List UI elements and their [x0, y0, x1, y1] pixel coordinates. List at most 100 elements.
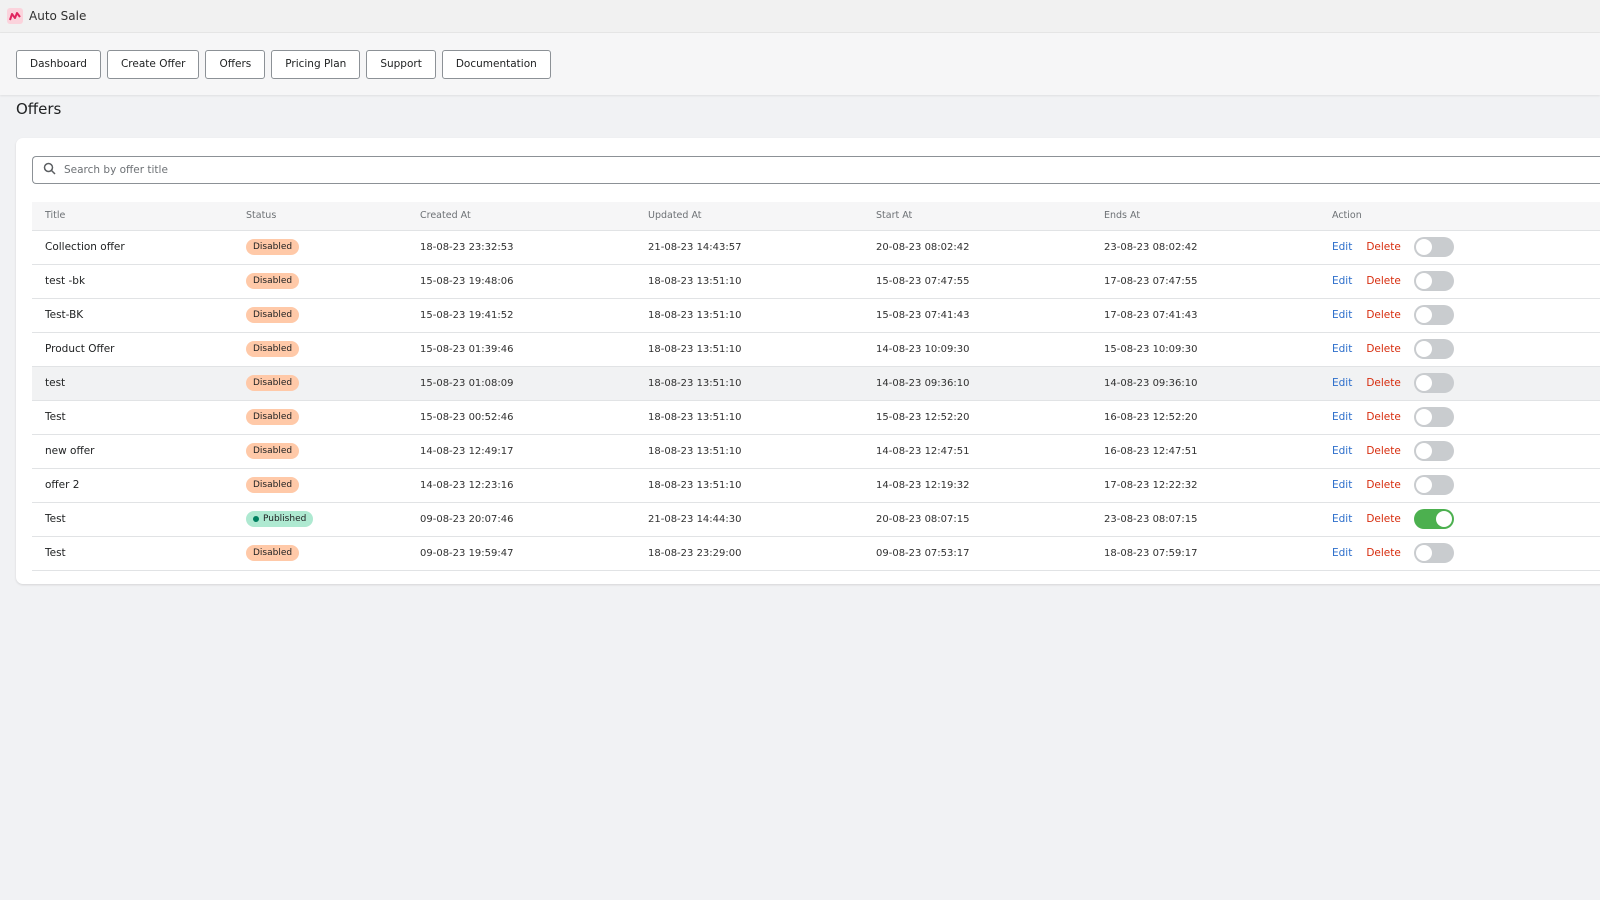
- enable-toggle[interactable]: [1413, 543, 1454, 563]
- action-cell: Edit Delete: [1319, 468, 1600, 503]
- enable-toggle[interactable]: [1413, 475, 1454, 495]
- ends-at: 23-08-23 08:07:15: [1091, 502, 1319, 537]
- search-input[interactable]: [64, 164, 664, 176]
- table-row[interactable]: Test Disabled 15-08-23 00:52:46 18-08-23 13…: [32, 400, 1600, 435]
- edit-link[interactable]: Edit: [1332, 309, 1352, 321]
- table-row[interactable]: Test-BK Disabled 15-08-23 19:41:52 18-08-23…: [32, 298, 1600, 333]
- delete-link[interactable]: Delete: [1366, 445, 1401, 457]
- nav-offers-button[interactable]: Offers: [205, 49, 266, 79]
- toggle-knob: [1435, 511, 1452, 527]
- start-at: 15-08-23 07:47:55: [863, 264, 1091, 299]
- delete-link[interactable]: Delete: [1366, 241, 1401, 253]
- edit-link[interactable]: Edit: [1332, 479, 1352, 491]
- delete-link[interactable]: Delete: [1366, 377, 1401, 389]
- table-row[interactable]: test Disabled 15-08-23 01:08:09 18-08-23 13…: [32, 366, 1600, 401]
- delete-link[interactable]: Delete: [1366, 343, 1401, 355]
- toggle-knob: [1415, 307, 1432, 323]
- action-cell: Edit Delete: [1319, 332, 1600, 367]
- offer-title: test -bk: [32, 264, 233, 299]
- ends-at: 17-08-23 07:47:55: [1091, 264, 1319, 299]
- edit-link[interactable]: Edit: [1332, 547, 1352, 559]
- table-row[interactable]: Collection offer Disabled 18-08-23 23:32:5…: [32, 230, 1600, 265]
- start-at: 14-08-23 12:19:32: [863, 468, 1091, 503]
- delete-link[interactable]: Delete: [1366, 411, 1401, 423]
- delete-link[interactable]: Delete: [1366, 513, 1401, 525]
- actions: Edit Delete: [1332, 305, 1600, 325]
- start-at: 14-08-23 12:47:51: [863, 434, 1091, 469]
- search-field[interactable]: [32, 156, 1600, 184]
- actions: Edit Delete: [1332, 237, 1600, 257]
- table-row[interactable]: offer 2 Disabled 14-08-23 12:23:16 18-08-23…: [32, 468, 1600, 503]
- status-badge: Disabled: [246, 443, 300, 459]
- enable-toggle[interactable]: [1413, 271, 1454, 291]
- nav-pricing-plan-button[interactable]: Pricing Plan: [271, 49, 361, 79]
- enable-toggle[interactable]: [1413, 237, 1454, 257]
- actions: Edit Delete: [1332, 271, 1600, 291]
- status-badge: Disabled: [246, 545, 300, 561]
- offer-title: Test: [32, 536, 233, 571]
- nav-documentation-button[interactable]: Documentation: [441, 49, 551, 79]
- col-status: Status: [233, 202, 407, 231]
- actions: Edit Delete: [1332, 339, 1600, 359]
- nav-support-button[interactable]: Support: [366, 49, 436, 79]
- status-cell: Disabled: [233, 264, 407, 299]
- offer-title: Test: [32, 502, 233, 537]
- status-label: Disabled: [253, 378, 293, 388]
- nav-dashboard-button[interactable]: Dashboard: [16, 49, 101, 79]
- table-row[interactable]: Product Offer Disabled 15-08-23 01:39:46 18…: [32, 332, 1600, 367]
- created-at: 15-08-23 01:39:46: [407, 332, 635, 367]
- status-label: Disabled: [253, 344, 293, 354]
- edit-link[interactable]: Edit: [1332, 275, 1352, 287]
- delete-link[interactable]: Delete: [1366, 479, 1401, 491]
- status-label: Disabled: [253, 412, 293, 422]
- enable-toggle[interactable]: [1413, 373, 1454, 393]
- actions: Edit Delete: [1332, 441, 1600, 461]
- edit-link[interactable]: Edit: [1332, 513, 1352, 525]
- chart-logo-icon: [7, 8, 23, 24]
- status-label: Disabled: [253, 480, 293, 490]
- created-at: 15-08-23 19:48:06: [407, 264, 635, 299]
- table-row[interactable]: test -bk Disabled 15-08-23 19:48:06 18-08-2…: [32, 264, 1600, 299]
- created-at: 09-08-23 19:59:47: [407, 536, 635, 571]
- edit-link[interactable]: Edit: [1332, 241, 1352, 253]
- status-cell: Disabled: [233, 400, 407, 435]
- edit-link[interactable]: Edit: [1332, 377, 1352, 389]
- table-row[interactable]: new offer Disabled 14-08-23 12:49:17 18-08-…: [32, 434, 1600, 469]
- updated-at: 18-08-23 13:51:10: [635, 332, 863, 367]
- actions: Edit Delete: [1332, 543, 1600, 563]
- status-badge: Disabled: [246, 375, 300, 391]
- enable-toggle[interactable]: [1413, 509, 1454, 529]
- offer-title: Test: [32, 400, 233, 435]
- action-cell: Edit Delete: [1319, 264, 1600, 299]
- status-badge: Disabled: [246, 307, 300, 323]
- table-row[interactable]: Test Published 09-08-23 20:07:46 21-08-23 1…: [32, 502, 1600, 537]
- enable-toggle[interactable]: [1413, 305, 1454, 325]
- edit-link[interactable]: Edit: [1332, 445, 1352, 457]
- toggle-knob: [1415, 239, 1432, 255]
- table-row[interactable]: Test Disabled 09-08-23 19:59:47 18-08-23 23…: [32, 536, 1600, 571]
- enable-toggle[interactable]: [1413, 441, 1454, 461]
- created-at: 15-08-23 00:52:46: [407, 400, 635, 435]
- created-at: 14-08-23 12:23:16: [407, 468, 635, 503]
- action-cell: Edit Delete: [1319, 298, 1600, 333]
- edit-link[interactable]: Edit: [1332, 343, 1352, 355]
- actions: Edit Delete: [1332, 509, 1600, 529]
- updated-at: 18-08-23 13:51:10: [635, 468, 863, 503]
- status-cell: Disabled: [233, 230, 407, 265]
- updated-at: 18-08-23 23:29:00: [635, 536, 863, 571]
- delete-link[interactable]: Delete: [1366, 547, 1401, 559]
- start-at: 20-08-23 08:07:15: [863, 502, 1091, 537]
- enable-toggle[interactable]: [1413, 407, 1454, 427]
- ends-at: 17-08-23 07:41:43: [1091, 298, 1319, 333]
- start-at: 20-08-23 08:02:42: [863, 230, 1091, 265]
- nav-create-offer-button[interactable]: Create Offer: [106, 49, 200, 79]
- status-label: Disabled: [253, 310, 293, 320]
- delete-link[interactable]: Delete: [1366, 275, 1401, 287]
- delete-link[interactable]: Delete: [1366, 309, 1401, 321]
- edit-link[interactable]: Edit: [1332, 411, 1352, 423]
- status-cell: Disabled: [233, 468, 407, 503]
- col-updated-at: Updated At: [635, 202, 863, 231]
- status-cell: Published: [233, 502, 407, 537]
- enable-toggle[interactable]: [1413, 339, 1454, 359]
- created-at: 15-08-23 01:08:09: [407, 366, 635, 401]
